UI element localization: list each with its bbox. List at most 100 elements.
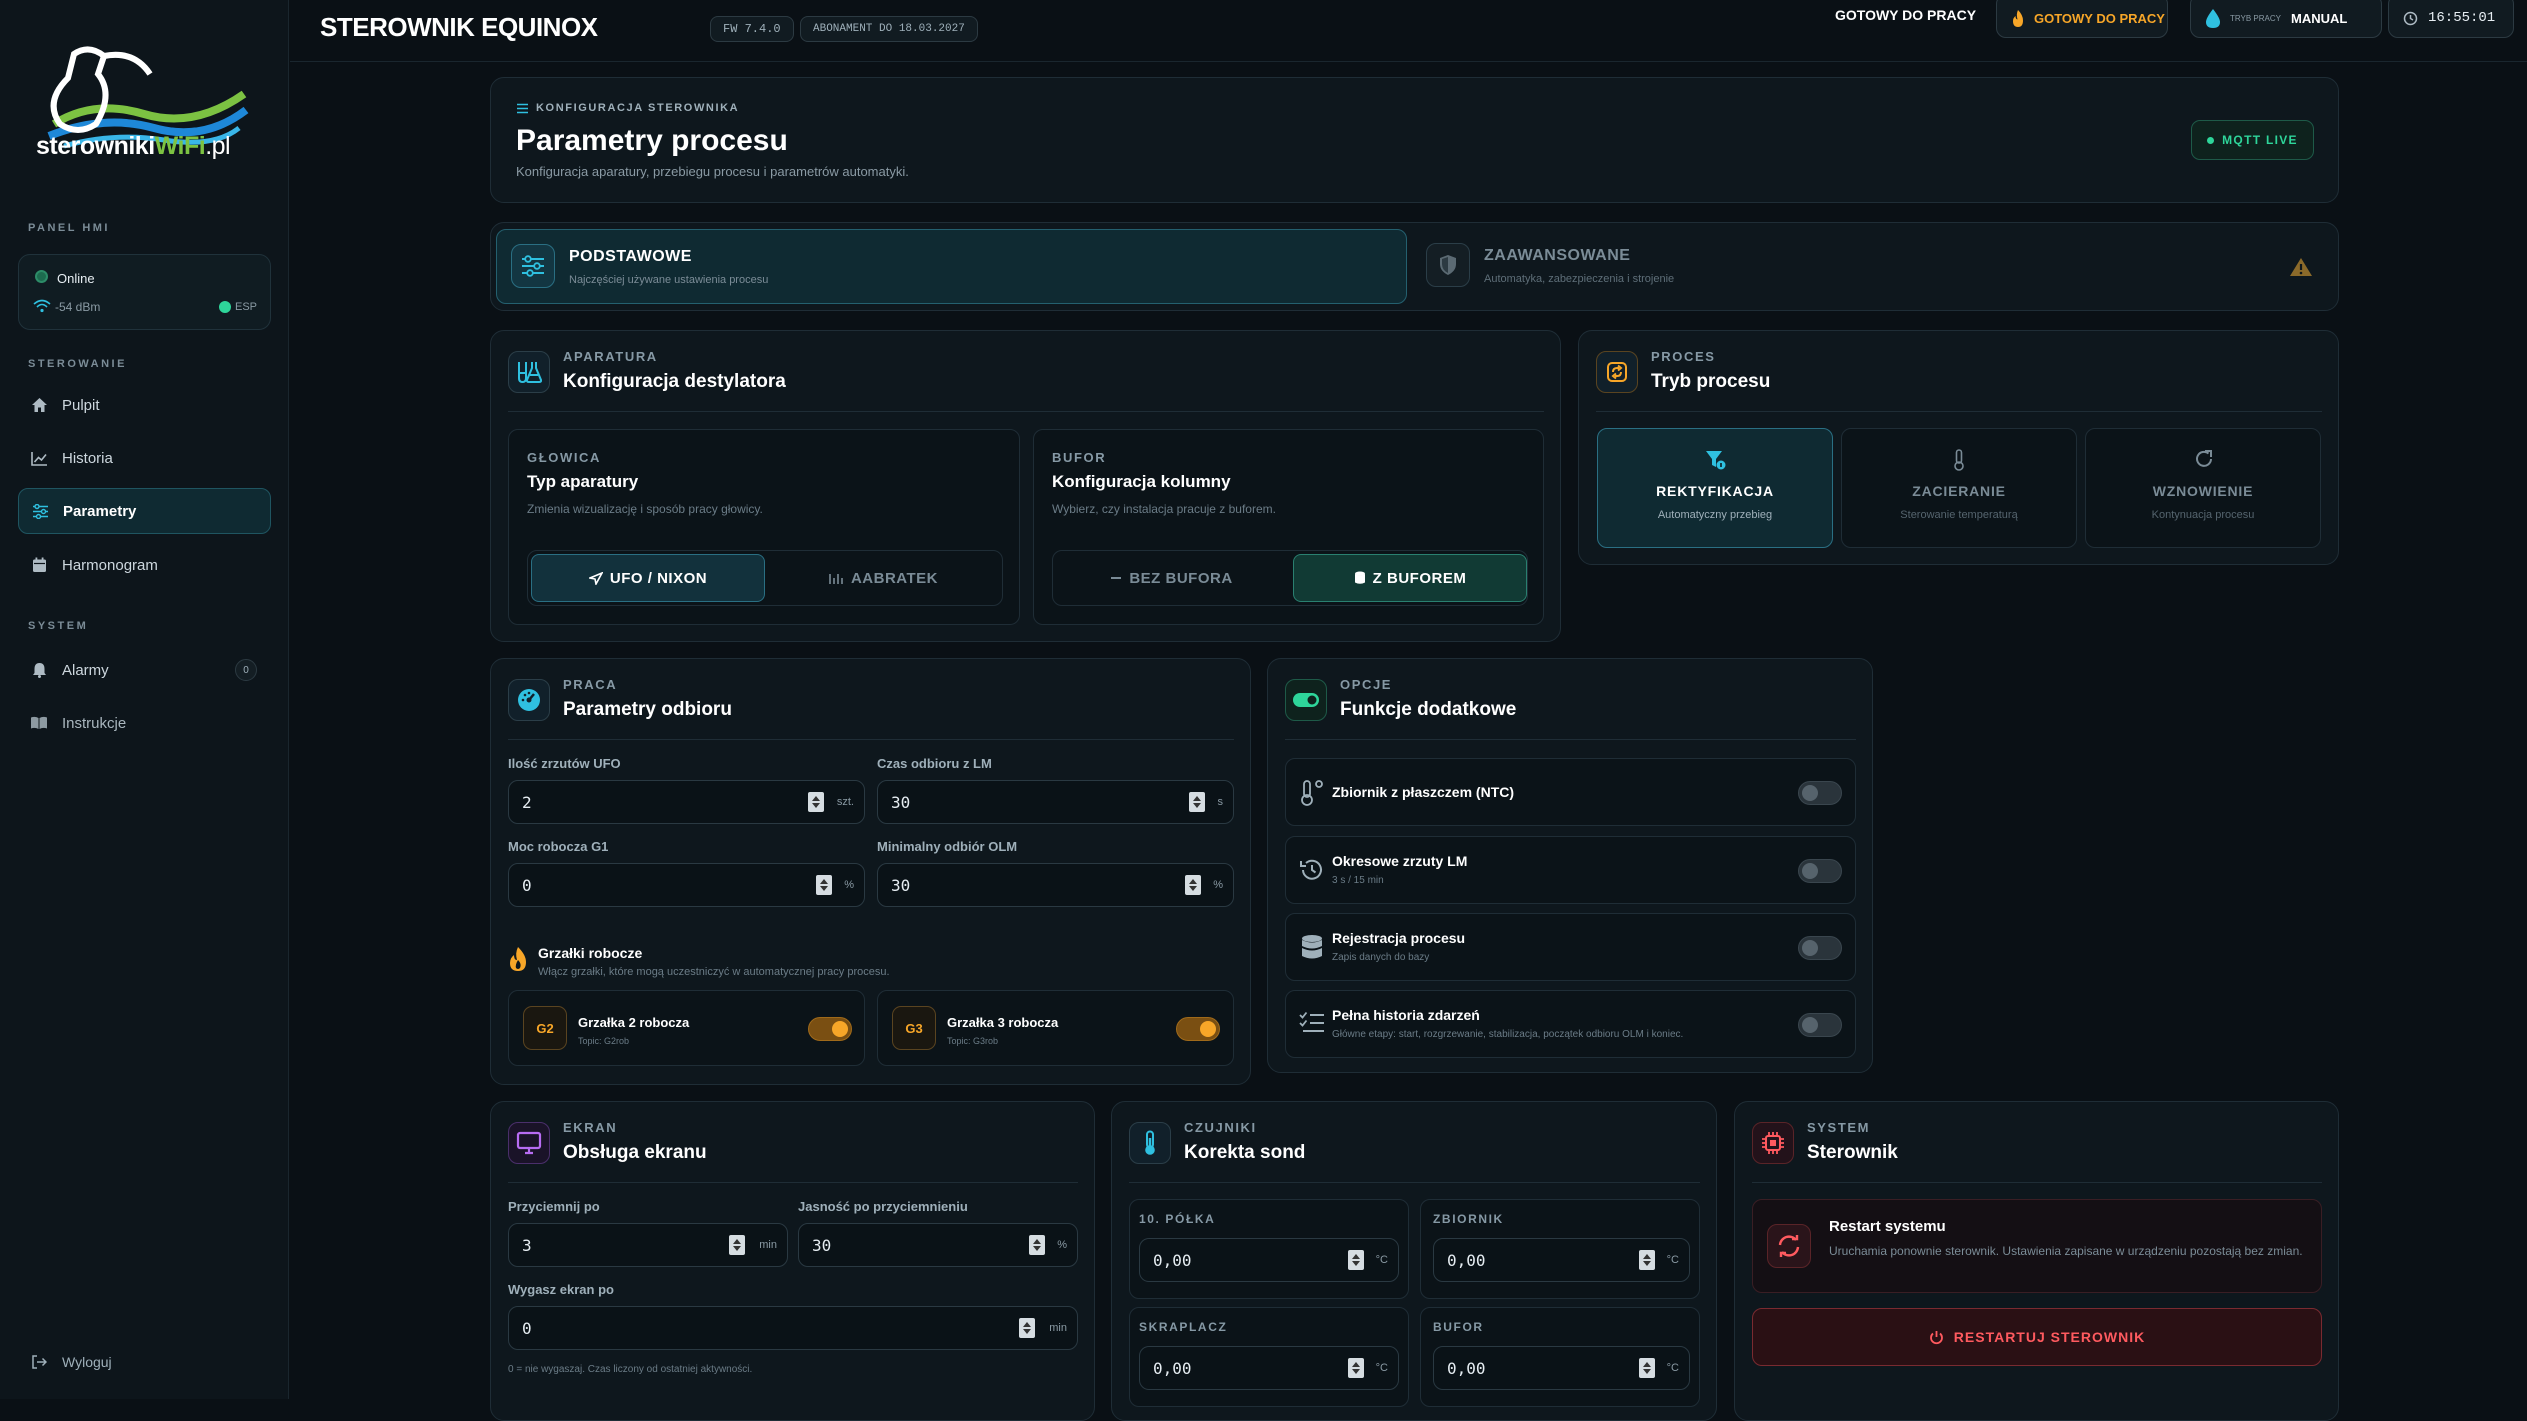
mode-rektyfikacja[interactable]: REKTYFIKACJA Automatyczny przebieg (1597, 428, 1833, 548)
option-no-buffer[interactable]: BEZ BUFORA (1056, 554, 1288, 602)
sensor-correction-input[interactable]: 0,00 °C (1433, 1346, 1690, 1390)
stepper-icon[interactable] (1029, 1235, 1045, 1255)
sidebar-item-pulpit[interactable]: Pulpit (18, 382, 271, 428)
card-overline: CZUJNIKI (1184, 1120, 1257, 1135)
heater-code-badge: G2 (523, 1006, 567, 1050)
chart-line-icon (30, 449, 48, 467)
heater-g3-toggle[interactable] (1176, 1017, 1220, 1041)
stepper-icon[interactable] (816, 875, 832, 895)
sidebar-item-instrukcje[interactable]: Instrukcje (18, 700, 271, 746)
option-label: Zbiornik z płaszczem (NTC) (1332, 784, 1515, 800)
field-value: 30 (891, 875, 911, 895)
sensor-label: ZBIORNIK (1433, 1212, 1504, 1226)
stepper-icon[interactable] (1639, 1250, 1655, 1270)
ufo-dumps-input[interactable]: 2 szt. (508, 780, 865, 824)
sliders-icon (511, 244, 555, 288)
card-title: Sterownik (1807, 1142, 1898, 1163)
stepper-icon[interactable] (1189, 792, 1205, 812)
heater-g2-toggle[interactable] (808, 1017, 852, 1041)
option-label: Pełna historia zdarzeń (1332, 1007, 1480, 1023)
card-overline: APARATURA (563, 349, 658, 364)
heater-g2-row: G2 Grzałka 2 robocza Topic: G2rob (508, 990, 865, 1066)
dim-brightness-input[interactable]: 30% (798, 1223, 1078, 1267)
card-overline: SYSTEM (1807, 1120, 1871, 1135)
history-icon (1300, 859, 1322, 880)
topbar: STEROWNIK EQUINOX FW 7.4.0 ABONAMENT DO … (290, 0, 2527, 62)
sensor-correction-input[interactable]: 0,00 °C (1139, 1238, 1399, 1282)
option-row-event-history: Pełna historia zdarzeń Główne etapy: sta… (1285, 990, 1856, 1058)
option-toggle[interactable] (1798, 936, 1842, 960)
section-desc: Wybierz, czy instalacja pracuje z bufore… (1052, 502, 1276, 516)
option-label: BEZ BUFORA (1129, 569, 1233, 587)
stepper-icon[interactable] (1185, 875, 1201, 895)
option-toggle[interactable] (1798, 781, 1842, 805)
sensor-buffer: BUFOR 0,00 °C (1420, 1307, 1700, 1407)
sidebar-item-label: Harmonogram (62, 556, 158, 574)
field-value: 0,00 (1447, 1358, 1486, 1378)
stepper-icon[interactable] (808, 792, 824, 812)
checklist-icon (1299, 1011, 1324, 1032)
system-label: SYSTEM (28, 620, 89, 632)
field-unit: °C (1375, 1362, 1388, 1374)
mqtt-label: MQTT LIVE (2222, 133, 2298, 147)
funnel-icon (1706, 451, 1726, 470)
field-label: Przyciemnij po (508, 1199, 600, 1214)
option-row-periodic-lm: Okresowe zrzuty LM 3 s / 15 min (1285, 836, 1856, 904)
esp-dot-icon (219, 301, 231, 313)
option-ufo-nixon[interactable]: UFO / NIXON (531, 554, 765, 602)
field-unit: min (1049, 1322, 1067, 1334)
refresh-icon (2196, 450, 2212, 467)
tab-podstawowe[interactable]: PODSTAWOWE Najczęściej używane ustawieni… (496, 229, 1407, 304)
clock-badge: 16:55:01 (2388, 0, 2514, 38)
logout-button[interactable]: Wyloguj (18, 1339, 271, 1385)
tab-zaawansowane[interactable]: ZAAWANSOWANE Automatyka, zabezpieczenia … (1426, 229, 2331, 304)
clock-value: 16:55:01 (2428, 10, 2496, 26)
page-title: Parametry procesu (516, 124, 788, 157)
sidebar-item-harmonogram[interactable]: Harmonogram (18, 542, 271, 588)
heater-topic: Topic: G2rob (578, 1036, 630, 1046)
option-aabratek[interactable]: AABRATEK (766, 554, 1000, 602)
dim-after-input[interactable]: 3 min (508, 1223, 788, 1267)
sidebar-item-parametry[interactable]: Parametry (18, 488, 271, 534)
antenna-icon (829, 574, 843, 584)
card-title: Obsługa ekranu (563, 1142, 707, 1163)
heater-name: Grzałka 2 robocza (578, 1015, 690, 1030)
section-desc: Zmienia wizualizację i sposób pracy głow… (527, 502, 763, 516)
olm-min-input[interactable]: 30% (877, 863, 1234, 907)
card-overline: PRACA (563, 677, 618, 692)
stepper-icon[interactable] (729, 1235, 745, 1255)
buffer-segment: BEZ BUFORA Z BUFOREM (1052, 550, 1528, 606)
sidebar: sterownikiWiFi.pl PANEL HMI Online -54 d… (0, 0, 289, 1399)
field-unit: s (1217, 796, 1224, 808)
screen-off-input[interactable]: 0 min (508, 1306, 1078, 1350)
stepper-icon[interactable] (1019, 1318, 1035, 1338)
sensor-tank: ZBIORNIK 0,00 °C (1420, 1199, 1700, 1299)
mode-title: WZNOWIENIE (2152, 483, 2254, 499)
logout-label: Wyloguj (62, 1354, 112, 1370)
sidebar-item-alarmy[interactable]: Alarmy 0 (18, 647, 271, 693)
sensor-correction-input[interactable]: 0,00 °C (1139, 1346, 1399, 1390)
wifi-icon (33, 299, 51, 313)
stepper-icon[interactable] (1348, 1250, 1364, 1270)
restart-controller-button[interactable]: RESTARTUJ STEROWNIK (1752, 1308, 2322, 1366)
option-with-buffer[interactable]: Z BUFOREM (1293, 554, 1527, 602)
field-unit: °C (1375, 1254, 1388, 1266)
work-mode-badge: TRYB PRACY MANUAL (2190, 0, 2382, 38)
sensors-card: CZUJNIKI Korekta sond 10. PÓŁKA 0,00 °C Z… (1111, 1101, 1717, 1421)
lm-time-input[interactable]: 30 s (877, 780, 1234, 824)
card-title: Korekta sond (1184, 1142, 1306, 1163)
drop-icon (2206, 8, 2220, 28)
mode-zacieranie[interactable]: ZACIERANIE Sterowanie temperaturą (1841, 428, 2077, 548)
sensor-correction-input[interactable]: 0,00 °C (1433, 1238, 1690, 1282)
g1-power-input[interactable]: 0% (508, 863, 865, 907)
stepper-icon[interactable] (1639, 1358, 1655, 1378)
option-toggle[interactable] (1798, 859, 1842, 883)
option-desc: Zapis danych do bazy (1332, 952, 1430, 963)
restart-button-label: RESTARTUJ STEROWNIK (1953, 1329, 2146, 1345)
sidebar-item-historia[interactable]: Historia (18, 435, 271, 481)
option-toggle[interactable] (1798, 1013, 1842, 1037)
mode-wznowienie[interactable]: WZNOWIENIE Kontynuacja procesu (2085, 428, 2321, 548)
ready-status-text: GOTOWY DO PRACY (1835, 7, 1977, 23)
tab-desc: Najczęściej używane ustawienia procesu (569, 274, 769, 286)
stepper-icon[interactable] (1348, 1358, 1364, 1378)
